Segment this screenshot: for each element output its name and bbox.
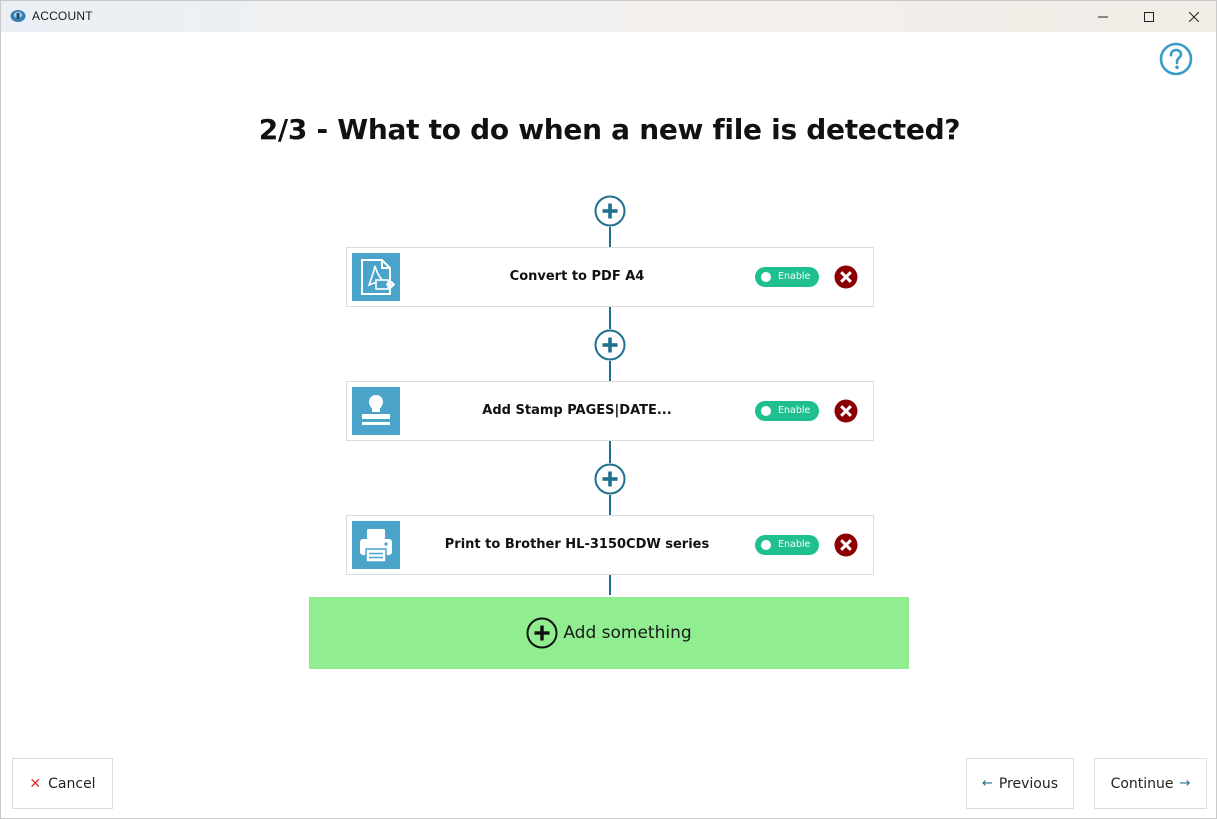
title-bar[interactable]: ACCOUNT [1, 1, 1216, 32]
minimize-button[interactable] [1080, 1, 1126, 32]
enable-toggle[interactable]: Enable [755, 535, 819, 555]
toggle-knob [761, 540, 771, 550]
pdf-convert-icon [361, 259, 396, 295]
app-window: ACCOUNT 2/3 - What to do when a new file… [0, 0, 1217, 819]
remove-step-icon[interactable] [834, 399, 858, 423]
continue-label: Continue [1110, 775, 1174, 792]
help-icon[interactable] [1159, 42, 1193, 76]
step-icon-box [352, 521, 400, 569]
insert-step-button[interactable] [594, 329, 626, 361]
step-label: Convert to PDF A4 [509, 269, 645, 284]
remove-step-icon[interactable] [834, 533, 858, 557]
flow-connector [609, 441, 611, 463]
flow-connector [609, 227, 611, 247]
flow-connector [609, 575, 611, 595]
step-icon-box [352, 387, 400, 435]
arrow-right-icon: → [1179, 776, 1191, 791]
maximize-icon [1144, 11, 1154, 22]
plus-circle-icon [526, 617, 558, 649]
close-button[interactable] [1171, 1, 1217, 32]
previous-button[interactable]: ← Previous [966, 758, 1074, 809]
minimize-icon [1098, 16, 1108, 17]
toggle-label: Enable [778, 539, 811, 550]
enable-toggle[interactable]: Enable [755, 267, 819, 287]
previous-label: Previous [998, 775, 1059, 792]
arrow-left-icon: ← [981, 776, 993, 791]
step-label: Add Stamp PAGES|DATE... [482, 403, 672, 418]
add-something-label: Add something [563, 623, 692, 643]
step-card-print[interactable]: Print to Brother HL-3150CDW series Enabl… [346, 515, 874, 575]
flow-connector [609, 307, 611, 329]
add-something-button[interactable]: Add something [309, 597, 909, 669]
step-card-add-stamp[interactable]: Add Stamp PAGES|DATE... Enable [346, 381, 874, 441]
window-title: ACCOUNT [32, 9, 93, 23]
remove-step-icon[interactable] [834, 265, 858, 289]
step-label: Print to Brother HL-3150CDW series [444, 537, 710, 552]
close-icon: ✕ [29, 775, 42, 792]
toggle-label: Enable [778, 405, 811, 416]
continue-button[interactable]: Continue → [1094, 758, 1207, 809]
flow-connector [609, 495, 611, 515]
enable-toggle[interactable]: Enable [755, 401, 819, 421]
printer-icon [360, 529, 392, 563]
toggle-knob [761, 406, 771, 416]
maximize-button[interactable] [1126, 1, 1172, 32]
app-logo-icon [10, 10, 26, 22]
cancel-label: Cancel [48, 775, 96, 792]
page-title: 2/3 - What to do when a new file is dete… [258, 113, 961, 146]
flow-connector [609, 361, 611, 381]
toggle-knob [761, 272, 771, 282]
insert-step-button[interactable] [594, 195, 626, 227]
step-icon-box [352, 253, 400, 301]
step-card-convert-pdf[interactable]: Convert to PDF A4 Enable [346, 247, 874, 307]
toggle-label: Enable [778, 271, 811, 282]
cancel-button[interactable]: ✕ Cancel [12, 758, 113, 809]
insert-step-button[interactable] [594, 463, 626, 495]
stamp-icon [362, 395, 390, 425]
close-icon [1189, 11, 1199, 22]
